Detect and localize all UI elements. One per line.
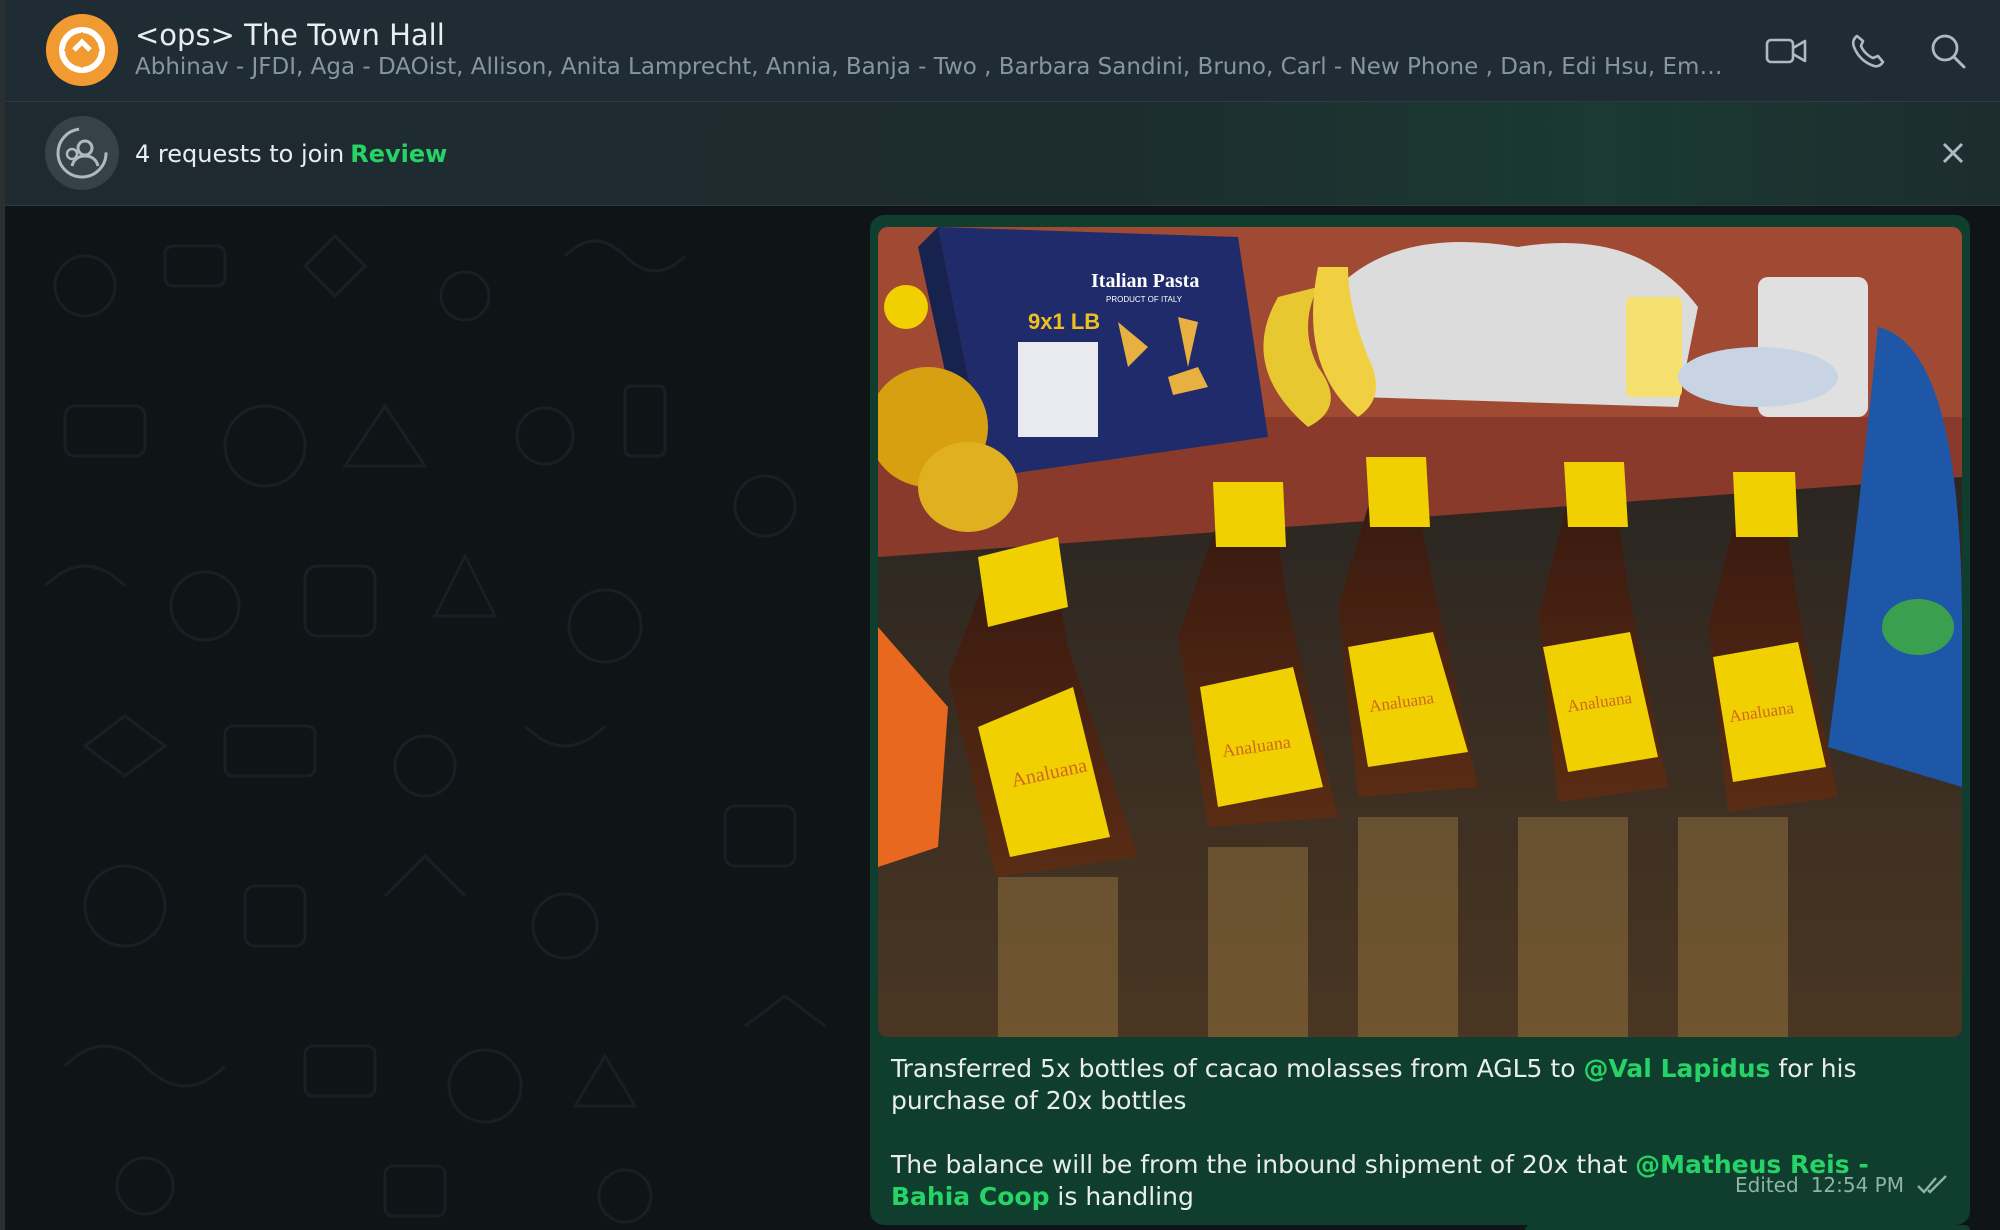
- message-line2-end: is handling: [1049, 1182, 1194, 1211]
- group-requests-icon: [45, 116, 119, 190]
- message-line1-start: Transferred 5x bottles of cacao molasses…: [891, 1054, 1584, 1083]
- message-photo[interactable]: Italian Pasta PRODUCT OF ITALY 9x1 LB An…: [878, 227, 1962, 1037]
- box-title: Italian Pasta: [1091, 270, 1199, 292]
- join-requests-banner: 4 requests to join Review: [5, 102, 2000, 206]
- video-call-icon[interactable]: [1763, 28, 1809, 74]
- message-meta: Edited 12:54 PM: [1735, 1173, 1950, 1197]
- close-icon[interactable]: [1936, 136, 1970, 170]
- edited-label: Edited: [1734, 1173, 1799, 1197]
- member-list[interactable]: Abhinav - JFDI, Aga - DAOist, Allison, A…: [135, 54, 1735, 80]
- box-weight: 9x1 LB: [1028, 309, 1100, 334]
- box-subtitle: PRODUCT OF ITALY: [1106, 295, 1183, 304]
- review-link[interactable]: Review: [350, 140, 447, 168]
- group-avatar[interactable]: [46, 14, 118, 86]
- message-list[interactable]: Italian Pasta PRODUCT OF ITALY 9x1 LB An…: [5, 206, 2000, 1230]
- chat-header[interactable]: <ops> The Town Hall Abhinav - JFDI, Aga …: [5, 0, 2000, 102]
- next-message-bubble: [1525, 1225, 1970, 1230]
- cacao-molasses-bottles-photo: Italian Pasta PRODUCT OF ITALY 9x1 LB An…: [878, 227, 1962, 1037]
- mention-val-lapidus[interactable]: @Val Lapidus: [1583, 1054, 1770, 1083]
- join-requests-label: 4 requests to join: [135, 140, 345, 168]
- message-bubble[interactable]: Italian Pasta PRODUCT OF ITALY 9x1 LB An…: [870, 215, 1970, 1225]
- message-line2-start: The balance will be from the inbound shi…: [891, 1150, 1636, 1179]
- group-logo-icon: [46, 14, 118, 86]
- voice-call-icon[interactable]: [1845, 28, 1891, 74]
- chat-title[interactable]: <ops> The Town Hall: [135, 18, 445, 52]
- double-check-icon: [1917, 1175, 1947, 1194]
- chat-window: <ops> The Town Hall Abhinav - JFDI, Aga …: [0, 0, 2000, 1230]
- join-requests-text: 4 requests to join Review: [135, 140, 447, 168]
- message-time: 12:54 PM: [1810, 1173, 1904, 1197]
- search-icon[interactable]: [1925, 28, 1971, 74]
